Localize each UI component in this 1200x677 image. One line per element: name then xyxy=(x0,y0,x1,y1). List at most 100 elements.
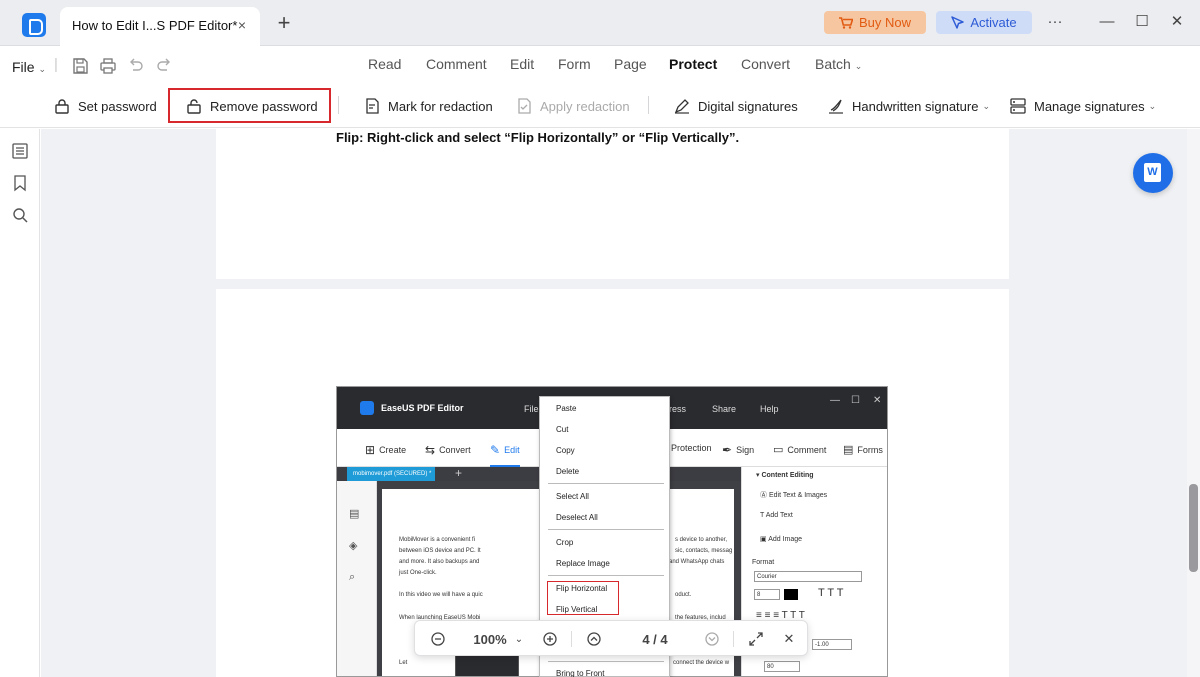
embedded-pages-icon: ▤ xyxy=(349,508,360,520)
vertical-scrollbar[interactable] xyxy=(1187,129,1200,677)
activate-button[interactable]: Activate xyxy=(936,11,1032,34)
print-icon[interactable] xyxy=(99,57,117,75)
embedded-text-line: just One-click. xyxy=(399,570,437,576)
embedded-create-label: Create xyxy=(379,445,407,455)
chevron-down-icon[interactable]: ⌄ xyxy=(513,629,525,649)
page-indicator[interactable]: 4 / 4 xyxy=(629,629,681,649)
tab-page[interactable]: Page xyxy=(614,56,647,72)
remove-password-highlight xyxy=(168,88,331,123)
forms-icon: ▤ xyxy=(843,444,854,456)
embedded-add-image: ▣ Add Image xyxy=(760,535,802,543)
chevron-down-icon: ⌄ xyxy=(1148,100,1157,111)
tab-form[interactable]: Form xyxy=(558,56,591,72)
digital-signatures-label: Digital signatures xyxy=(698,98,798,114)
apply-redaction-label: Apply redaction xyxy=(540,98,630,114)
embedded-edit-text-images-label: Edit Text & Images xyxy=(768,492,828,499)
embedded-convert-label: Convert xyxy=(439,445,471,455)
scrollbar-thumb[interactable] xyxy=(1189,484,1198,572)
close-window-button[interactable]: ✕ xyxy=(1166,11,1188,33)
set-password-button[interactable]: Set password xyxy=(54,96,157,116)
tab-close-icon[interactable]: × xyxy=(234,17,250,33)
zoom-out-icon[interactable] xyxy=(429,629,447,649)
context-item-deselect-all: Deselect All xyxy=(556,513,598,522)
embedded-maximize-icon: ☐ xyxy=(851,395,860,406)
convert-to-word-button[interactable]: W xyxy=(1133,153,1173,193)
previous-page-icon[interactable] xyxy=(585,629,603,649)
divider xyxy=(338,96,339,114)
flip-options-highlight xyxy=(547,581,619,615)
activate-label: Activate xyxy=(970,15,1017,30)
embedded-text-style-icons: T T T xyxy=(818,587,844,599)
more-options-icon[interactable]: ··· xyxy=(1044,11,1066,33)
tab-batch-label: Batch xyxy=(815,56,851,72)
pen-icon xyxy=(674,99,689,114)
maximize-button[interactable]: ☐ xyxy=(1131,11,1153,33)
tab-edit[interactable]: Edit xyxy=(510,56,534,72)
zoom-in-icon[interactable] xyxy=(541,629,559,649)
divider xyxy=(733,631,734,647)
app-logo-icon xyxy=(22,13,46,37)
embedded-text-line: sic, contacts, messag xyxy=(675,548,733,554)
thumbnails-icon[interactable] xyxy=(11,142,29,160)
mark-for-redaction-button[interactable]: Mark for redaction xyxy=(364,96,493,116)
embedded-tag-icon: ◈ xyxy=(349,540,358,552)
tab-comment[interactable]: Comment xyxy=(426,56,487,72)
minimize-button[interactable]: — xyxy=(1096,11,1118,33)
embedded-content-editing: ▾ Content Editing xyxy=(756,472,814,479)
embedded-forms: ▤ Forms xyxy=(843,443,883,456)
tab-read[interactable]: Read xyxy=(368,56,401,72)
context-item-cut: Cut xyxy=(556,425,569,434)
embedded-spacing-select: -1.00 xyxy=(812,639,852,650)
buy-now-label: Buy Now xyxy=(858,15,912,30)
embedded-sign-label: Sign xyxy=(736,445,755,455)
tab-protect[interactable]: Protect xyxy=(669,56,717,72)
tab-convert[interactable]: Convert xyxy=(741,56,790,72)
search-icon[interactable] xyxy=(11,206,29,224)
set-password-label: Set password xyxy=(78,98,157,114)
chevron-down-icon: ⌄ xyxy=(38,64,46,74)
embedded-minimize-icon: — xyxy=(830,395,840,406)
image-icon: ▣ xyxy=(760,536,767,543)
signature-icon xyxy=(829,99,843,114)
buy-now-button[interactable]: Buy Now xyxy=(824,11,926,34)
close-zoom-bar-icon[interactable]: ✕ xyxy=(781,629,797,649)
embedded-content-editing-label: Content Editing xyxy=(761,472,814,479)
save-icon[interactable] xyxy=(71,57,89,75)
tab-batch[interactable]: Batch ⌄ xyxy=(815,56,862,72)
embedded-forms-label: Forms xyxy=(857,444,883,455)
next-page-icon[interactable] xyxy=(703,629,721,649)
embedded-text-line: oduct. xyxy=(675,592,692,598)
handwritten-signature-button[interactable]: Handwritten signature ⌄ xyxy=(828,96,990,116)
file-menu[interactable]: File ⌄ xyxy=(12,59,46,75)
embedded-search-icon: ⌕ xyxy=(349,571,356,583)
embedded-video-thumbnail xyxy=(455,655,519,676)
manage-signatures-label: Manage signatures xyxy=(1034,98,1145,114)
digital-signatures-button[interactable]: Digital signatures xyxy=(674,96,798,116)
undo-icon[interactable] xyxy=(127,57,145,75)
document-tab[interactable]: How to Edit I...S PDF Editor* × xyxy=(60,7,260,46)
bookmark-icon[interactable] xyxy=(11,174,29,192)
embedded-text-line: s device to another, xyxy=(675,537,728,543)
context-item-replace-image: Replace Image xyxy=(556,559,610,568)
title-bar: How to Edit I...S PDF Editor* × + Buy No… xyxy=(0,0,1200,46)
apply-redaction-button[interactable]: Apply redaction xyxy=(516,96,630,116)
embedded-menu-item: File xyxy=(524,404,539,414)
manage-signatures-icon xyxy=(1010,98,1026,114)
divider xyxy=(571,631,572,647)
embedded-convert: ⇆ Convert xyxy=(425,443,471,457)
embedded-app-logo-icon xyxy=(360,401,374,415)
comment-icon: ▭ xyxy=(773,444,784,456)
fullscreen-icon[interactable] xyxy=(747,629,765,649)
divider xyxy=(548,529,664,530)
manage-signatures-button[interactable]: Manage signatures ⌄ xyxy=(1010,96,1156,116)
edit-icon: ✎ xyxy=(490,443,501,457)
redo-icon[interactable] xyxy=(155,57,173,75)
divider xyxy=(548,575,664,576)
new-tab-button[interactable]: + xyxy=(274,12,294,34)
embedded-edit: ✎ Edit xyxy=(490,443,520,467)
embedded-menu-item: ress xyxy=(669,404,687,414)
embedded-scale-select: 80 xyxy=(764,661,800,672)
file-menu-label: File xyxy=(12,59,35,75)
embedded-text-line: MobiMover is a convenient fi xyxy=(399,537,476,543)
embedded-add-text: T Add Text xyxy=(760,512,793,519)
